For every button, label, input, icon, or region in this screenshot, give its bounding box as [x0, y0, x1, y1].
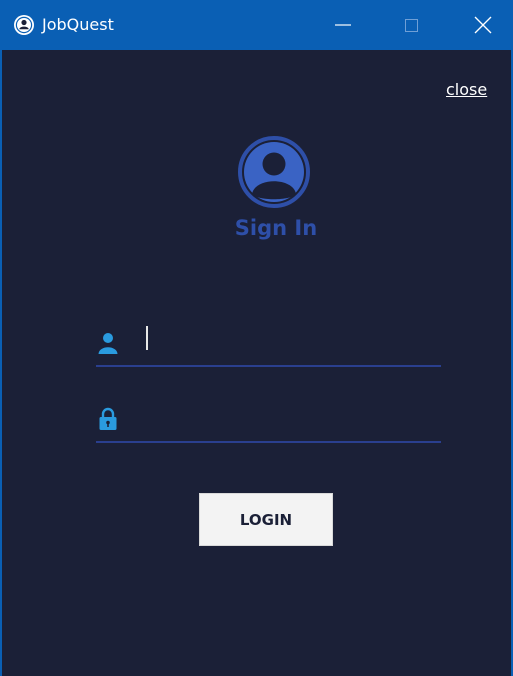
sign-in-heading: Sign In [234, 216, 318, 240]
username-field[interactable] [96, 321, 441, 367]
user-icon [98, 331, 118, 355]
minimize-button[interactable] [320, 0, 366, 50]
username-input[interactable] [144, 323, 434, 361]
window-title: JobQuest [42, 15, 114, 34]
window-close-button[interactable] [460, 0, 506, 50]
text-caret [146, 326, 148, 350]
app-user-icon [13, 14, 35, 36]
lock-icon [98, 407, 118, 431]
login-window: JobQuest close Sign In LOGIN [0, 0, 513, 676]
maximize-button[interactable] [389, 0, 435, 50]
title-bar[interactable]: JobQuest [0, 0, 513, 50]
login-button[interactable]: LOGIN [199, 493, 333, 546]
password-input[interactable] [144, 399, 434, 437]
password-field[interactable] [96, 397, 441, 443]
close-link[interactable]: close [446, 80, 487, 99]
user-circle-icon [237, 135, 311, 209]
